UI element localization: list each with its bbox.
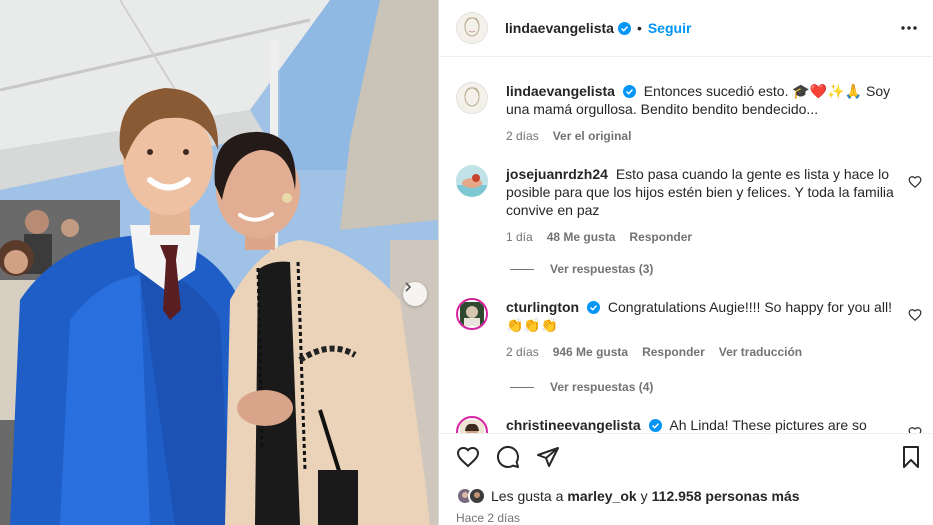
heart-icon[interactable] xyxy=(908,175,922,189)
commenter-avatar[interactable] xyxy=(456,165,488,197)
follow-button[interactable]: Seguir xyxy=(648,20,692,36)
see-original-link[interactable]: Ver el original xyxy=(553,127,632,145)
heart-icon[interactable] xyxy=(908,308,922,322)
caption-avatar[interactable] xyxy=(456,82,488,114)
avatar-image xyxy=(460,302,484,326)
like-button[interactable] xyxy=(455,444,481,470)
caption-meta: 2 días Ver el original xyxy=(506,127,906,145)
carousel-next-button[interactable] xyxy=(403,282,427,306)
comment-likes[interactable]: 48 Me gusta xyxy=(547,228,616,246)
graduation-photo xyxy=(0,0,438,525)
replies-line xyxy=(510,268,534,270)
post-header: lindaevangelista • Seguir xyxy=(439,0,933,56)
view-replies-button[interactable]: Ver respuestas (3) xyxy=(510,262,653,276)
comment-likes[interactable]: 946 Me gusta xyxy=(553,343,628,361)
liker-avatar[interactable] xyxy=(468,487,486,505)
comments-section[interactable]: lindaevangelista Entonces sucedió esto. … xyxy=(439,57,933,433)
avatar-image xyxy=(470,489,484,503)
commenter-avatar[interactable] xyxy=(456,416,488,433)
likes-summary: Les gusta a marley_ok y 112.958 personas… xyxy=(456,487,800,505)
comment-button[interactable] xyxy=(495,444,521,470)
sketch-portrait-icon xyxy=(464,87,480,107)
caption-time[interactable]: 2 días xyxy=(506,127,539,145)
avatar-image xyxy=(460,420,484,433)
post-actions-bar xyxy=(439,444,933,474)
view-replies-button[interactable]: Ver respuestas (4) xyxy=(510,380,653,394)
share-button[interactable] xyxy=(535,444,561,470)
verified-badge-icon xyxy=(617,21,631,35)
heart-icon[interactable] xyxy=(908,426,922,433)
bookmark-icon xyxy=(903,446,919,468)
post-side-panel: lindaevangelista • Seguir lindaevangelis… xyxy=(439,0,933,525)
comment-meta: 2 días 946 Me gusta Responder Ver traduc… xyxy=(506,343,906,361)
reply-button[interactable]: Responder xyxy=(629,228,692,246)
verified-badge-icon xyxy=(587,301,600,314)
heart-icon xyxy=(456,446,480,468)
post-timestamp[interactable]: Hace 2 días xyxy=(456,511,520,525)
comment-username[interactable]: christineevangelista xyxy=(506,417,641,433)
view-replies-label: Ver respuestas (3) xyxy=(550,262,654,276)
chevron-right-icon xyxy=(405,282,412,292)
comment-username[interactable]: cturlington xyxy=(506,299,579,315)
post-photo[interactable] xyxy=(0,0,438,525)
comment-username[interactable]: josejuanrdzh24 xyxy=(506,166,608,182)
liker-username[interactable]: marley_ok xyxy=(567,488,636,504)
comment-body: christineevangelista Ah Linda! These pic… xyxy=(506,416,906,433)
more-horizontal-icon xyxy=(901,26,917,30)
sketch-portrait-icon xyxy=(464,17,480,37)
avatar-image xyxy=(456,165,488,197)
replies-line xyxy=(510,386,534,388)
likes-others[interactable]: 112.958 personas más xyxy=(652,488,800,504)
comment-time[interactable]: 1 día xyxy=(506,228,533,246)
comment-time[interactable]: 2 días xyxy=(506,343,539,361)
more-options-button[interactable] xyxy=(899,18,919,38)
commenter-avatar[interactable] xyxy=(456,298,488,330)
caption-username[interactable]: lindaevangelista xyxy=(506,83,615,99)
author-avatar[interactable] xyxy=(456,12,488,44)
share-icon xyxy=(537,447,559,467)
save-button[interactable] xyxy=(898,444,924,470)
view-replies-label: Ver respuestas (4) xyxy=(550,380,654,394)
likes-prefix: Les gusta a xyxy=(491,488,564,504)
likes-joiner: y xyxy=(640,488,648,504)
comment-meta: 1 día 48 Me gusta Responder xyxy=(506,228,906,246)
caption-body: lindaevangelista Entonces sucedió esto. … xyxy=(506,82,906,145)
comment-icon xyxy=(496,445,519,468)
author-username[interactable]: lindaevangelista xyxy=(505,20,614,36)
verified-badge-icon xyxy=(622,85,636,98)
comment-body: josejuanrdzh24 Esto pasa cuando la gente… xyxy=(506,165,906,246)
comment-body: cturlington Congratulations Augie!!!! So… xyxy=(506,298,906,361)
reply-button[interactable]: Responder xyxy=(642,343,705,361)
actions-divider xyxy=(439,433,933,434)
verified-badge-icon xyxy=(648,419,662,432)
header-separator: • xyxy=(636,20,642,36)
see-translation-link[interactable]: Ver traducción xyxy=(719,343,802,361)
